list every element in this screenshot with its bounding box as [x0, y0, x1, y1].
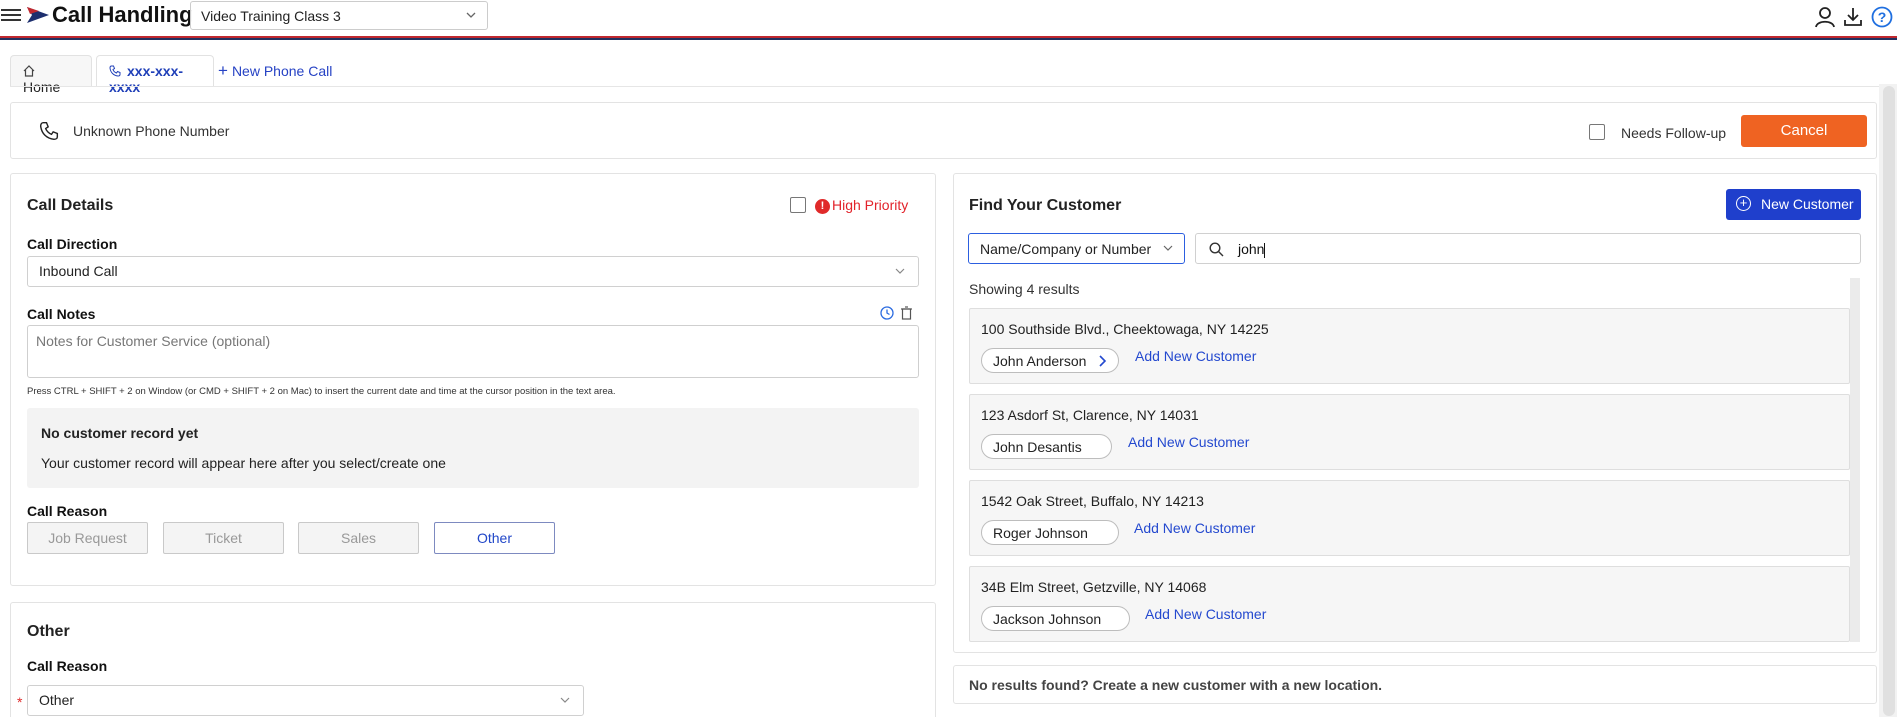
- result-customer-pill[interactable]: Roger Johnson: [981, 520, 1119, 545]
- search-type-select[interactable]: Name/Company or Number: [968, 233, 1185, 264]
- result-customer-pill[interactable]: John Anderson: [981, 348, 1119, 373]
- reason-job-request-button[interactable]: Job Request: [27, 522, 148, 554]
- result-address: 123 Asdorf St, Clarence, NY 14031: [981, 407, 1199, 423]
- chevron-down-icon: [560, 697, 570, 703]
- needs-followup-label: Needs Follow-up: [1621, 125, 1727, 141]
- app-title: Call Handling: [52, 2, 193, 27]
- call-notes-label: Call Notes: [27, 306, 96, 322]
- call-reason-label: Call Reason: [27, 503, 108, 519]
- high-priority-label: High Priority: [832, 197, 909, 213]
- new-customer-label: New Customer: [1761, 196, 1854, 212]
- result-customer-pill[interactable]: Jackson Johnson: [981, 606, 1130, 631]
- required-indicator: *: [17, 694, 23, 710]
- home-icon: [23, 65, 35, 77]
- page-scrollbar-thumb[interactable]: [1883, 86, 1895, 716]
- new-phone-call-label: New Phone Call: [231, 63, 333, 79]
- high-priority-checkbox[interactable]: [790, 197, 806, 213]
- result-address: 34B Elm Street, Getzville, NY 14068: [981, 579, 1207, 595]
- add-new-customer-link[interactable]: Add New Customer: [1134, 520, 1255, 536]
- call-direction-value: Inbound Call: [39, 263, 118, 279]
- new-customer-button[interactable]: + New Customer: [1726, 189, 1861, 220]
- result-card: 34B Elm Street, Getzville, NY 14068 Jack…: [969, 566, 1850, 642]
- empty-record-text: Your customer record will appear here af…: [41, 455, 446, 471]
- other-section-title: Other: [27, 623, 70, 640]
- result-address: 100 Southside Blvd., Cheektowaga, NY 142…: [981, 321, 1269, 337]
- reason-other-button[interactable]: Other: [434, 522, 555, 554]
- tab-home-label: Home: [23, 79, 61, 95]
- tab-home[interactable]: Home: [10, 55, 92, 95]
- logo-icon: [27, 7, 49, 23]
- training-class-value: Video Training Class 3: [201, 8, 341, 24]
- result-card: 1542 Oak Street, Buffalo, NY 14213 Roger…: [969, 480, 1850, 556]
- result-card: 100 Southside Blvd., Cheektowaga, NY 142…: [969, 308, 1850, 384]
- result-customer-name: John Anderson: [993, 353, 1087, 369]
- download-icon[interactable]: [1842, 6, 1864, 28]
- caller-label: Unknown Phone Number: [73, 123, 230, 139]
- cancel-button[interactable]: Cancel: [1741, 115, 1867, 147]
- result-customer-pill[interactable]: John Desantis: [981, 434, 1112, 459]
- plus-icon: +: [218, 61, 228, 80]
- result-customer-name: Jackson Johnson: [993, 611, 1102, 627]
- new-phone-call-tab[interactable]: + New Phone Call: [218, 61, 332, 81]
- notes-hint: Press CTRL + SHIFT + 2 on Window (or CMD…: [27, 386, 616, 397]
- no-results-text: No results found? Create a new customer …: [969, 677, 1383, 693]
- other-call-reason-value: Other: [39, 692, 75, 708]
- svg-text:?: ?: [1878, 9, 1887, 25]
- chevron-down-icon: [895, 268, 905, 274]
- result-customer-name: Roger Johnson: [993, 525, 1088, 541]
- reason-sales-button[interactable]: Sales: [298, 522, 419, 554]
- add-new-customer-link[interactable]: Add New Customer: [1135, 348, 1256, 364]
- call-direction-select[interactable]: Inbound Call: [27, 256, 919, 287]
- reason-ticket-button[interactable]: Ticket: [163, 522, 284, 554]
- customer-search-value: john: [1238, 241, 1265, 257]
- search-icon: [1209, 242, 1224, 257]
- top-bar: Call Handling Video Training Class 3 ?: [0, 0, 1897, 38]
- help-icon[interactable]: ?: [1871, 6, 1893, 28]
- add-new-customer-link[interactable]: Add New Customer: [1145, 606, 1266, 622]
- result-address: 1542 Oak Street, Buffalo, NY 14213: [981, 493, 1204, 509]
- call-bar: Unknown Phone Number Needs Follow-up: [10, 102, 1877, 159]
- chevron-right-icon: [1099, 355, 1107, 367]
- call-direction-label: Call Direction: [27, 236, 118, 252]
- clock-icon[interactable]: [880, 306, 894, 320]
- results-scrollbar[interactable]: [1850, 278, 1860, 642]
- menu-icon[interactable]: [1, 6, 21, 24]
- chevron-down-icon: [1163, 245, 1173, 251]
- add-new-customer-link[interactable]: Add New Customer: [1128, 434, 1249, 450]
- empty-record-title: No customer record yet: [41, 425, 199, 441]
- customer-search-input[interactable]: john: [1195, 233, 1861, 264]
- header-stripe-blue: [0, 38, 1897, 40]
- customer-record-placeholder: No customer record yet Your customer rec…: [27, 408, 919, 488]
- phone-icon: [39, 121, 59, 141]
- call-details-title: Call Details: [27, 197, 114, 214]
- training-class-select[interactable]: Video Training Class 3: [190, 1, 488, 30]
- needs-followup-checkbox[interactable]: [1589, 124, 1605, 140]
- other-call-reason-label: Call Reason: [27, 658, 108, 674]
- text-caret: [1264, 242, 1266, 258]
- plus-circle-icon: +: [1736, 196, 1751, 211]
- result-card: 123 Asdorf St, Clarence, NY 14031 John D…: [969, 394, 1850, 470]
- call-notes-placeholder: Notes for Customer Service (optional): [36, 333, 271, 349]
- trash-icon[interactable]: [900, 306, 913, 320]
- user-icon[interactable]: [1814, 6, 1836, 28]
- phone-icon: [109, 65, 121, 77]
- tab-phone-call[interactable]: xxx-xxx-xxxx: [96, 55, 214, 95]
- search-type-value: Name/Company or Number: [980, 241, 1152, 257]
- call-notes-textarea[interactable]: Notes for Customer Service (optional): [27, 325, 919, 378]
- other-call-reason-select[interactable]: Other: [27, 685, 584, 716]
- tab-divider: [10, 86, 1880, 87]
- result-customer-name: John Desantis: [993, 439, 1082, 455]
- alert-icon: !: [815, 199, 830, 214]
- results-count: Showing 4 results: [969, 281, 1080, 297]
- chevron-down-icon: [466, 12, 476, 18]
- find-customer-title: Find Your Customer: [969, 197, 1122, 214]
